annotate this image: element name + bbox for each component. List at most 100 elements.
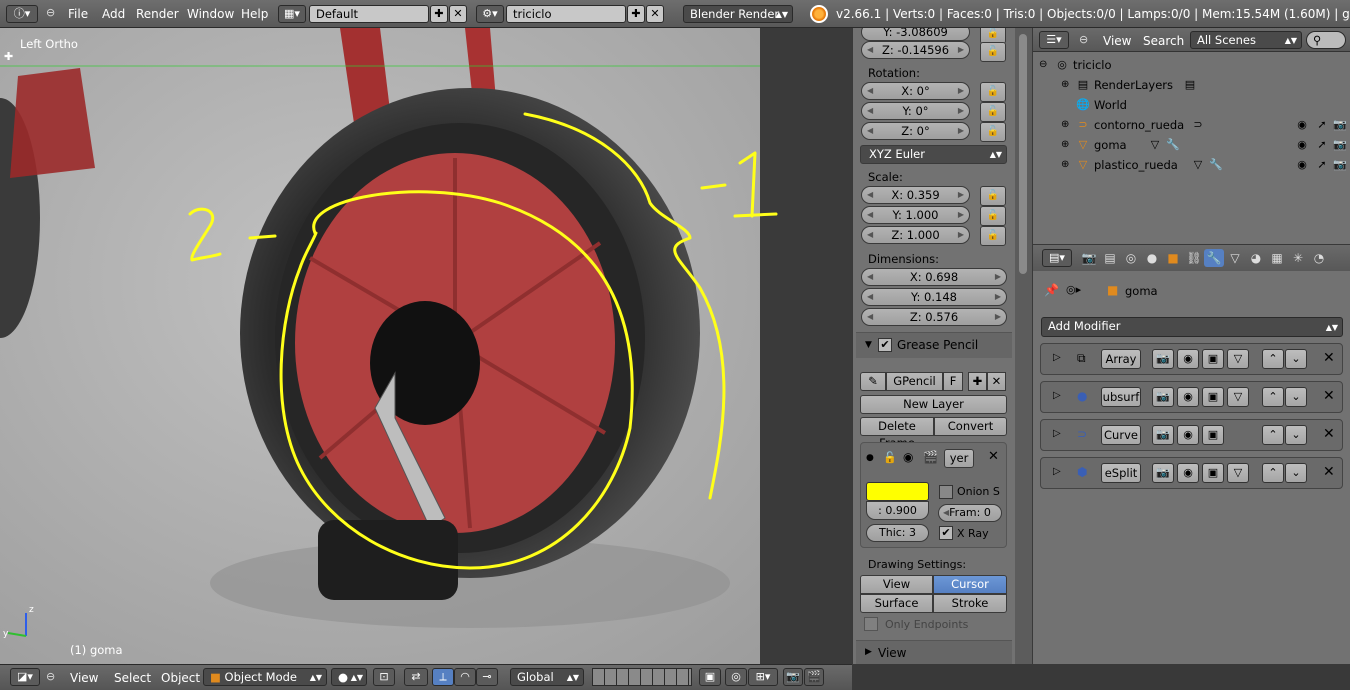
lock-scale-x-icon[interactable]: 🔓 — [980, 186, 1006, 206]
location-y-field[interactable]: Y: -3.08609 — [861, 28, 970, 41]
move-up-icon[interactable]: ⌃ — [1262, 349, 1284, 369]
npanel-scrollbar[interactable] — [1015, 28, 1032, 664]
scale-y-field[interactable]: ◀ Y: 1.000 ▶ — [861, 206, 970, 224]
rotation-z-field[interactable]: ◀ Z: 0° ▶ — [861, 122, 970, 140]
onion-frames-field[interactable]: ◀ Fram: 0 — [938, 504, 1002, 522]
modifier-name-field[interactable]: eSplit — [1101, 463, 1141, 483]
lock-rotation-x-icon[interactable]: 🔓 — [980, 82, 1006, 102]
outliner-editor-icon[interactable]: ☰▾ — [1039, 31, 1069, 49]
lock-rotation-y-icon[interactable]: 🔓 — [980, 102, 1006, 122]
outliner-search-menu[interactable]: Search — [1143, 34, 1184, 48]
renderability-camera-icon[interactable]: 📷 — [1333, 118, 1347, 132]
scene-tab-icon[interactable]: ◎ — [1121, 249, 1141, 267]
draw-view-button[interactable]: View — [860, 575, 933, 594]
gpencil-datablock-field[interactable]: GPencil — [886, 372, 943, 391]
dimensions-x-field[interactable]: ◀ X: 0.698 ▶ — [861, 268, 1007, 286]
visibility-eye-icon[interactable]: ◉ — [1295, 158, 1309, 172]
mode-select[interactable]: ■ Object Mode ▲▼ — [203, 668, 327, 686]
new-layer-button[interactable]: New Layer — [860, 395, 1007, 414]
grease-pencil-section-header[interactable]: ▼ ✔ Grease Pencil — [856, 332, 1012, 358]
render-toggle-icon[interactable]: 📷 — [1152, 349, 1174, 369]
screen-layout-field[interactable]: Default — [309, 5, 429, 23]
3d-view-editor-icon[interactable]: ◪▾ — [10, 668, 40, 686]
outliner-search-input[interactable]: ⚲ — [1306, 31, 1346, 49]
visibility-eye-icon[interactable]: ◉ — [903, 450, 913, 464]
render-toggle-icon[interactable]: 📷 — [1152, 387, 1174, 407]
editmode-toggle-icon[interactable]: ▣ — [1202, 349, 1224, 369]
rotate-manipulator-icon[interactable]: ◠ — [454, 668, 476, 686]
pin-icon[interactable]: 📌 — [1044, 283, 1059, 297]
world-tab-icon[interactable]: ● — [1142, 249, 1162, 267]
transform-orientation-select[interactable]: Global ▲▼ — [510, 668, 584, 686]
move-down-icon[interactable]: ⌄ — [1285, 425, 1307, 445]
material-tab-icon[interactable]: ◕ — [1246, 249, 1266, 267]
dimensions-y-field[interactable]: ◀ Y: 0.148 ▶ — [861, 288, 1007, 306]
outliner-item-triciclo[interactable]: triciclo — [1073, 58, 1112, 72]
dimensions-z-field[interactable]: ◀ Z: 0.576 ▶ — [861, 308, 1007, 326]
delete-scene-icon[interactable]: ✕ — [646, 5, 664, 23]
move-up-icon[interactable]: ⌃ — [1262, 387, 1284, 407]
menu-view[interactable]: View — [70, 671, 98, 685]
outliner-item-goma[interactable]: goma — [1094, 138, 1127, 152]
particles-tab-icon[interactable]: ✳ — [1288, 249, 1308, 267]
lock-scale-y-icon[interactable]: 🔓 — [980, 206, 1006, 226]
lock-scale-z-icon[interactable]: 🔓 — [980, 226, 1006, 246]
move-down-icon[interactable]: ⌄ — [1285, 349, 1307, 369]
move-up-icon[interactable]: ⌃ — [1262, 463, 1284, 483]
cage-toggle-icon[interactable]: ▽ — [1227, 463, 1249, 483]
render-tab-icon[interactable]: 📷 — [1079, 249, 1099, 267]
editmode-toggle-icon[interactable]: ▣ — [1202, 425, 1224, 445]
menu-select[interactable]: Select — [114, 671, 151, 685]
cage-toggle-icon[interactable]: ▽ — [1227, 387, 1249, 407]
properties-editor-icon[interactable]: ▤▾ — [1042, 249, 1072, 267]
delete-frame-button[interactable]: Delete Frame — [860, 417, 934, 450]
location-z-field[interactable]: ◀ Z: -0.14596 ▶ — [861, 41, 970, 59]
lock-rotation-z-icon[interactable]: 🔓 — [980, 122, 1006, 142]
draw-surface-button[interactable]: Surface — [860, 594, 933, 613]
move-up-icon[interactable]: ⌃ — [1262, 425, 1284, 445]
collapse-menu-icon[interactable]: ⊖ — [46, 670, 55, 683]
frame-lock-icon[interactable]: 🎬 — [923, 450, 938, 464]
proportional-edit-icon[interactable]: ◎ — [725, 668, 747, 686]
expand-goma-icon[interactable]: ⊕ — [1061, 139, 1069, 150]
physics-tab-icon[interactable]: ◔ — [1309, 249, 1329, 267]
scrollbar-thumb[interactable] — [1019, 34, 1027, 274]
delete-gpencil-icon[interactable]: ✕ — [987, 372, 1006, 391]
add-scene-icon[interactable]: ✚ — [627, 5, 645, 23]
remove-modifier-icon[interactable]: ✕ — [1323, 350, 1335, 366]
rotation-x-field[interactable]: ◀ X: 0° ▶ — [861, 82, 970, 100]
expand-arrow-icon[interactable]: ▶ — [865, 647, 872, 657]
only-endpoints-checkbox[interactable] — [864, 617, 878, 631]
menu-object[interactable]: Object — [161, 671, 200, 685]
scale-manipulator-icon[interactable]: ⊸ — [476, 668, 498, 686]
manipulator-toggle-icon[interactable]: ⇄ — [404, 668, 428, 686]
editmode-toggle-icon[interactable]: ▣ — [1202, 387, 1224, 407]
collapse-menu-icon[interactable]: ⊖ — [46, 6, 55, 19]
modifier-name-field[interactable]: Curve — [1101, 425, 1141, 445]
selectability-cursor-icon[interactable]: ➚ — [1315, 118, 1329, 132]
screen-layout-icon[interactable]: ▦▾ — [278, 5, 306, 23]
selectability-cursor-icon[interactable]: ➚ — [1315, 158, 1329, 172]
renderability-camera-icon[interactable]: 📷 — [1333, 138, 1347, 152]
scene-icon[interactable]: ⚙▾ — [476, 5, 504, 23]
expand-contorno-icon[interactable]: ⊕ — [1061, 119, 1069, 130]
outliner-view-menu[interactable]: View — [1103, 34, 1131, 48]
lock-location-z-icon[interactable]: 🔓 — [980, 42, 1006, 62]
draw-cursor-button[interactable]: Cursor — [933, 575, 1007, 594]
expand-arrow-icon[interactable]: ▷ — [1053, 428, 1061, 439]
layer-buttons[interactable] — [592, 668, 692, 686]
editmode-toggle-icon[interactable]: ▣ — [1202, 463, 1224, 483]
render-opengl-icon[interactable]: 📷 — [783, 668, 803, 686]
viewport-toggle-icon[interactable]: ◉ — [1177, 349, 1199, 369]
modifiers-tab-icon[interactable]: 🔧 — [1204, 249, 1224, 267]
scene-field[interactable]: triciclo — [506, 5, 626, 23]
stroke-color-swatch[interactable] — [866, 482, 929, 501]
delete-layer-icon[interactable]: ✕ — [988, 449, 999, 464]
remove-modifier-icon[interactable]: ✕ — [1323, 388, 1335, 404]
convert-button[interactable]: Convert — [934, 417, 1007, 436]
remove-modifier-icon[interactable]: ✕ — [1323, 426, 1335, 442]
delete-screen-icon[interactable]: ✕ — [449, 5, 467, 23]
view-section-header[interactable]: ▶ View — [856, 640, 1012, 664]
remove-modifier-icon[interactable]: ✕ — [1323, 464, 1335, 480]
active-layer-radio-icon[interactable]: ● — [866, 453, 874, 463]
